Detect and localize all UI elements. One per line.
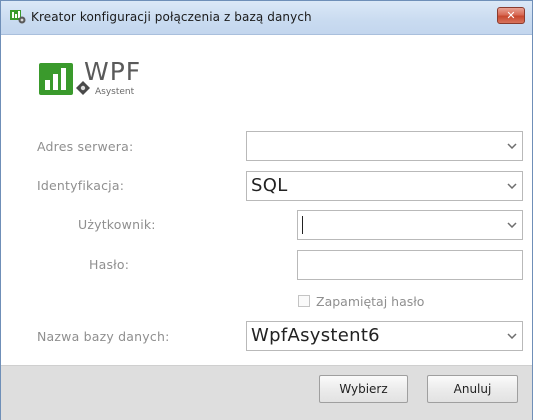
db-name-combobox[interactable]: WpfAsystent6 — [246, 321, 523, 351]
auth-value: SQL — [251, 175, 288, 196]
auth-combobox[interactable]: SQL — [246, 171, 523, 201]
text-cursor — [302, 216, 303, 234]
app-icon — [10, 10, 26, 24]
window-title: Kreator konfiguracji połączenia z bazą d… — [31, 10, 312, 24]
server-address-combobox[interactable] — [246, 131, 523, 161]
chevron-down-icon[interactable] — [502, 211, 522, 239]
db-name-value: WpfAsystent6 — [251, 325, 380, 346]
chevron-down-icon[interactable] — [502, 322, 522, 350]
logo-subtitle: Asystent — [95, 87, 135, 97]
close-icon: ✕ — [506, 9, 516, 22]
chevron-down-icon[interactable] — [502, 172, 522, 200]
user-label: Użytkownik: — [78, 217, 156, 232]
remember-password-checkbox[interactable] — [298, 295, 310, 307]
logo-title: WPF — [84, 57, 142, 86]
password-field[interactable] — [297, 250, 523, 280]
select-button[interactable]: Wybierz — [319, 375, 408, 403]
chevron-down-icon[interactable] — [502, 132, 522, 160]
db-name-label: Nazwa bazy danych: — [37, 329, 170, 344]
close-button[interactable]: ✕ — [497, 7, 525, 24]
user-combobox[interactable] — [297, 210, 523, 240]
title-bar[interactable]: Kreator konfiguracji połączenia z bazą d… — [1, 1, 532, 35]
cancel-button[interactable]: Anuluj — [427, 375, 518, 403]
remember-password-label[interactable]: Zapamiętaj hasło — [316, 294, 424, 309]
wpf-asystent-logo: WPF Asystent — [39, 57, 159, 104]
dialog-window: Kreator konfiguracji połączenia z bazą d… — [0, 0, 533, 420]
server-label: Adres serwera: — [37, 139, 134, 154]
button-bar: Wybierz Anuluj — [1, 365, 532, 420]
auth-label: Identyfikacja: — [37, 178, 125, 193]
password-label: Hasło: — [89, 257, 130, 272]
